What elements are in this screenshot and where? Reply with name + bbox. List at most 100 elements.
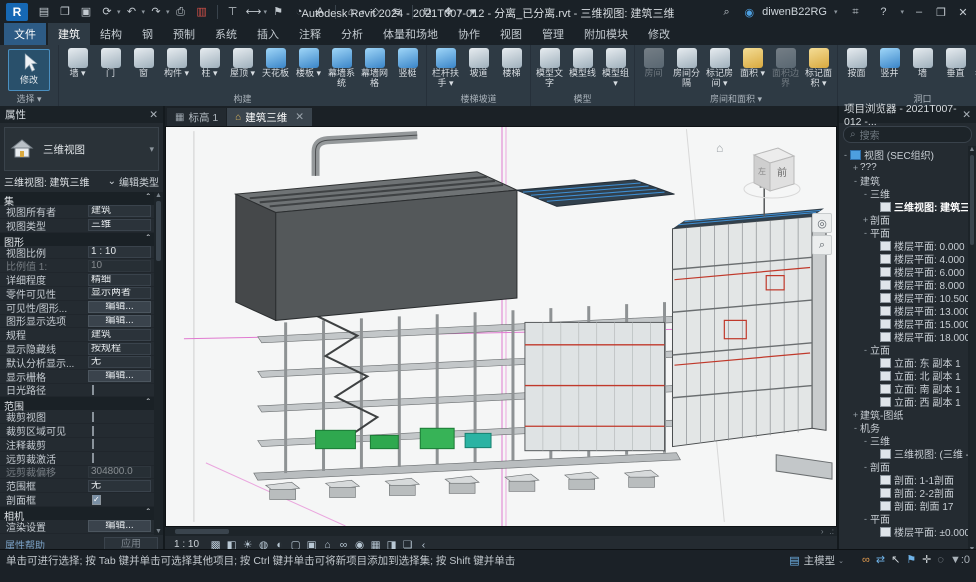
tree-item[interactable]: -平面 — [839, 512, 968, 525]
tree-item[interactable]: 立面: 北 副本 1 — [839, 369, 968, 382]
save-icon[interactable]: ▣ — [76, 3, 96, 21]
ribbon-button[interactable]: 房间分隔 — [670, 46, 703, 88]
undo-dropdown-icon[interactable]: ▾ — [142, 8, 146, 16]
ribbon-button[interactable]: 标记面积 ▾ — [802, 46, 835, 88]
close-button[interactable]: ✕ — [956, 6, 970, 19]
tag-icon[interactable]: ⚑ — [268, 3, 288, 21]
collapse-icon[interactable]: - — [861, 228, 870, 238]
modify-button[interactable]: 修改 — [8, 49, 50, 91]
panel-caption-select[interactable]: 选择 ▾ — [2, 93, 56, 106]
viewcube[interactable]: ⌂ 左 前 — [716, 139, 802, 203]
tree-item[interactable]: -剖面 — [839, 460, 968, 473]
ribbon-button[interactable]: 幕墙系统 — [325, 46, 358, 88]
ribbon-tab-1[interactable]: 建筑 — [48, 23, 90, 45]
collapse-icon[interactable]: - — [861, 436, 870, 446]
property-edit-button[interactable]: 编辑... — [88, 370, 151, 382]
property-checkbox[interactable] — [92, 426, 94, 436]
properties-scrollbar[interactable]: ▲▼ — [154, 192, 163, 535]
cart-icon[interactable]: ⌗ — [845, 3, 865, 21]
collapse-icon[interactable]: - — [861, 514, 870, 524]
links-icon[interactable]: ⇄ — [876, 553, 885, 566]
tree-item[interactable]: 楼层平面: 15.000 — [839, 317, 968, 330]
panel-caption[interactable]: 房间和面积 ▾ — [637, 93, 835, 106]
design-options-control[interactable]: ▤ 主模型 ⌄ — [789, 553, 844, 568]
tree-item[interactable]: -三维 — [839, 434, 968, 447]
tree-item[interactable]: 楼层平面: 4.000 — [839, 252, 968, 265]
measure-icon[interactable]: ⊤ — [223, 3, 243, 21]
select-pinned-icon[interactable]: ⚑ — [906, 553, 916, 566]
tree-item[interactable]: -视图 (SEC组织) — [839, 148, 968, 161]
ribbon-button[interactable]: 柱 ▾ — [193, 46, 226, 79]
collapse-icon[interactable]: - — [851, 176, 860, 186]
tree-item[interactable]: 剖面: 剖面 17 — [839, 499, 968, 512]
ribbon-tab-0[interactable]: 文件 — [4, 23, 46, 45]
tree-item[interactable]: 三维视图: 建筑三 — [839, 200, 968, 213]
expand-icon[interactable]: + — [861, 215, 870, 225]
drag-elements-icon[interactable]: ✛ — [922, 553, 931, 566]
ribbon-button[interactable]: 幕墙网格 — [358, 46, 391, 88]
ribbon-button[interactable]: 模型组 ▾ — [599, 46, 632, 88]
user-name[interactable]: diwenB22RG — [762, 6, 827, 18]
collapse-icon[interactable]: - — [861, 462, 870, 472]
ribbon-tab-12[interactable]: 管理 — [532, 23, 574, 45]
tree-item[interactable]: 剖面: 1-1剖面 — [839, 473, 968, 486]
tree-item[interactable]: -平面 — [839, 226, 968, 239]
collapse-icon[interactable]: - — [851, 423, 860, 433]
ribbon-button[interactable]: 垂直 — [939, 46, 972, 79]
tree-item[interactable]: 楼层平面: 18.000 — [839, 330, 968, 343]
property-value[interactable]: 无 — [88, 480, 151, 492]
property-checkbox[interactable] — [92, 412, 94, 422]
ribbon-button[interactable]: 老虎窗 — [972, 46, 976, 79]
ribbon-tab-8[interactable]: 分析 — [331, 23, 373, 45]
type-selector[interactable]: 三维视图 ▾ — [4, 127, 159, 171]
ribbon-button[interactable]: 栏杆扶手 ▾ — [429, 46, 462, 88]
collapse-icon[interactable]: - — [861, 345, 870, 355]
expand-icon[interactable]: + — [851, 163, 860, 173]
property-checkbox[interactable] — [92, 453, 94, 463]
print-icon[interactable]: ⎙ — [171, 3, 191, 21]
ribbon-tab-11[interactable]: 视图 — [490, 23, 532, 45]
panel-caption[interactable]: 楼梯坡道 — [429, 93, 528, 106]
tree-item[interactable]: -立面 — [839, 343, 968, 356]
tree-item[interactable]: -三维 — [839, 187, 968, 200]
steering-wheel-icon[interactable]: ◎ — [812, 213, 832, 233]
expand-icon[interactable]: + — [851, 410, 860, 420]
ribbon-button[interactable]: 模型文字 — [533, 46, 566, 88]
tree-item[interactable]: 楼层平面: 8.000 — [839, 278, 968, 291]
ribbon-button[interactable]: 坡道 — [462, 46, 495, 79]
group-collapse-icon[interactable]: ˆ — [147, 508, 150, 520]
view-tab-close-icon[interactable]: ✕ — [295, 111, 304, 123]
tree-item[interactable]: 楼层平面: 6.000 — [839, 265, 968, 278]
tree-item[interactable]: 楼层平面: 0.000 — [839, 239, 968, 252]
property-value[interactable]: 无 — [88, 356, 151, 368]
user-menu-chevron-icon[interactable]: ▾ — [834, 8, 838, 16]
property-checkbox[interactable] — [92, 385, 94, 395]
group-collapse-icon[interactable]: ˆ — [147, 234, 150, 246]
collapse-icon[interactable]: - — [841, 150, 850, 160]
panel-caption[interactable]: 构建 — [61, 93, 424, 106]
group-collapse-icon[interactable]: ˆ — [147, 398, 150, 410]
worksets-icon[interactable]: ∞ — [862, 554, 870, 566]
ribbon-button[interactable]: 窗 — [127, 46, 160, 79]
ribbon-tab-6[interactable]: 插入 — [247, 23, 289, 45]
open-icon[interactable]: ❐ — [55, 3, 75, 21]
resize-grip-icon[interactable]: .: — [827, 527, 837, 536]
view-tab-0[interactable]: ▦标高 1 — [167, 108, 226, 126]
file-tabs-icon[interactable]: ▤ — [34, 3, 54, 21]
collapse-icon[interactable]: - — [861, 189, 870, 199]
help-chevron-icon[interactable]: ▾ — [900, 8, 904, 16]
ribbon-button[interactable]: 面积 ▾ — [736, 46, 769, 79]
panel-caption[interactable]: 模型 — [533, 93, 632, 106]
filter-icon[interactable]: ▼:0 — [950, 554, 970, 566]
tree-item[interactable]: 立面: 东 副本 1 — [839, 356, 968, 369]
horizontal-scrollbar[interactable]: › .: — [165, 527, 837, 536]
ribbon-tab-14[interactable]: 修改 — [638, 23, 680, 45]
tree-item[interactable]: 楼层平面: 13.000 — [839, 304, 968, 317]
ribbon-tab-3[interactable]: 钢 — [132, 23, 163, 45]
ribbon-button[interactable]: 构件 ▾ — [160, 46, 193, 79]
ribbon-button[interactable]: 墙 — [906, 46, 939, 79]
ribbon-tab-5[interactable]: 系统 — [205, 23, 247, 45]
ribbon-tab-2[interactable]: 结构 — [90, 23, 132, 45]
aligned-dimension-dropdown-icon[interactable]: ▾ — [264, 8, 268, 16]
property-edit-button[interactable]: 编辑... — [88, 301, 151, 313]
